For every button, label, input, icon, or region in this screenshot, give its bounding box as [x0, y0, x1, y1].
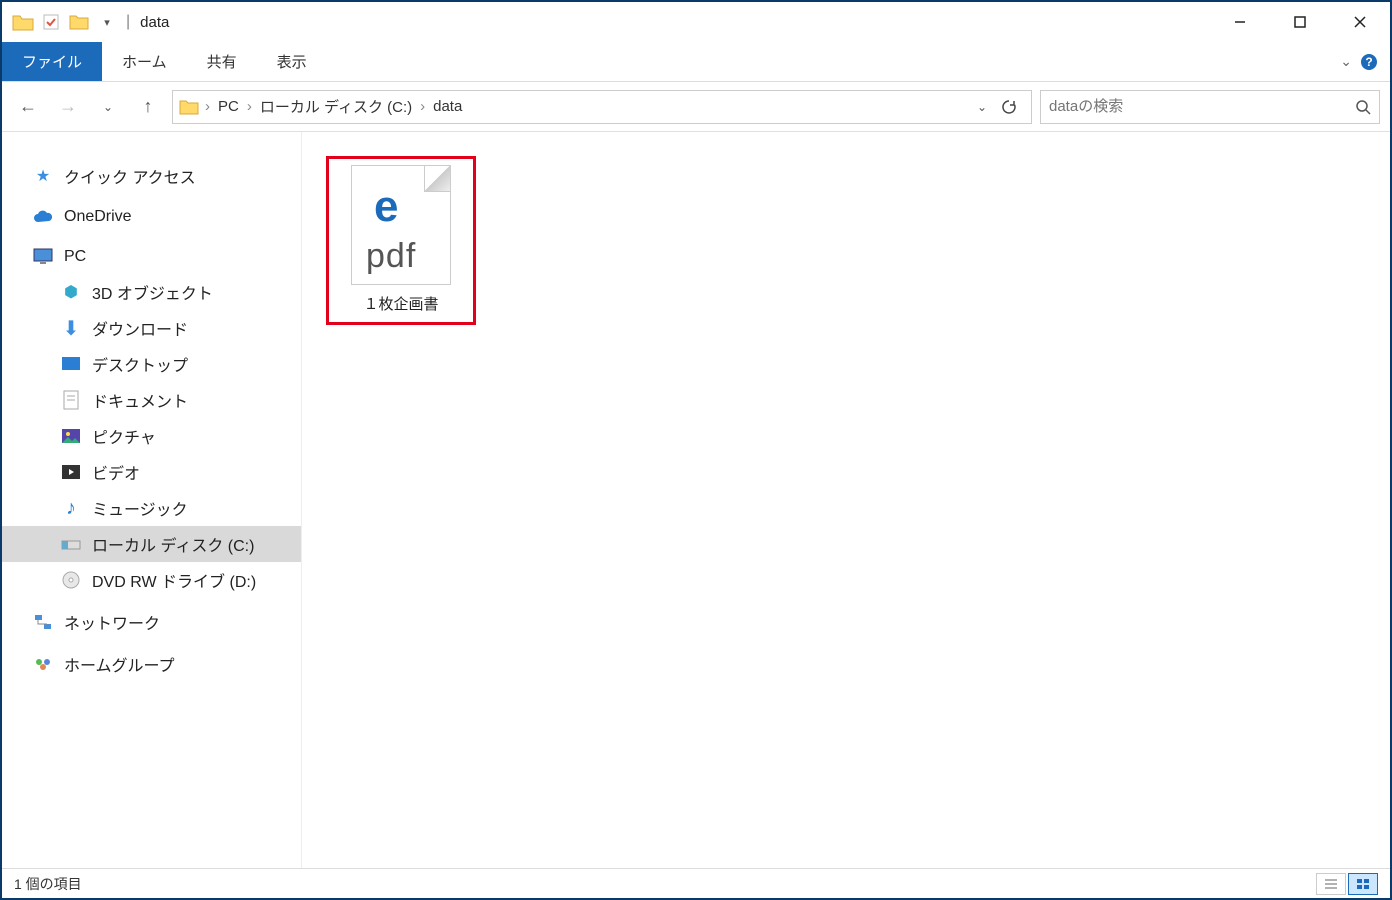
qat-dropdown-icon[interactable]: ▾ [94, 9, 120, 35]
tab-share[interactable]: 共有 [187, 42, 257, 81]
folder-icon [10, 9, 36, 35]
tab-home[interactable]: ホーム [102, 42, 187, 81]
sidebar-label: DVD RW ドライブ (D:) [92, 568, 256, 592]
breadcrumb-folder[interactable]: data [431, 98, 464, 115]
cloud-icon [32, 206, 54, 228]
sidebar-label: ビデオ [92, 460, 140, 484]
disc-icon [60, 569, 82, 591]
sidebar-downloads[interactable]: ⬇ ダウンロード [2, 310, 301, 346]
desktop-icon [60, 353, 82, 375]
navigation-pane: ★ クイック アクセス OneDrive PC ⬢ 3D オブジェクト ⬇ ダウ… [2, 132, 302, 868]
sidebar-label: ピクチャ [92, 424, 156, 448]
main-body: ★ クイック アクセス OneDrive PC ⬢ 3D オブジェクト ⬇ ダウ… [2, 132, 1390, 868]
file-name: １枚企画書 [333, 293, 469, 314]
sidebar-3d-objects[interactable]: ⬢ 3D オブジェクト [2, 274, 301, 310]
sidebar-label: ミュージック [92, 496, 188, 520]
search-input[interactable] [1049, 98, 1355, 115]
sidebar-label: ローカル ディスク (C:) [92, 532, 254, 556]
file-item[interactable]: e pdf １枚企画書 [326, 156, 476, 325]
window-title: data [140, 14, 169, 31]
sidebar-quick-access[interactable]: ★ クイック アクセス [2, 158, 301, 194]
sidebar-homegroup[interactable]: ホームグループ [2, 646, 301, 682]
maximize-button[interactable] [1270, 2, 1330, 42]
sidebar-pc[interactable]: PC [2, 240, 301, 274]
search-box[interactable] [1040, 90, 1380, 124]
cube-icon: ⬢ [60, 281, 82, 303]
back-button[interactable]: ← [12, 91, 44, 123]
sidebar-label: ホームグループ [64, 652, 175, 676]
sidebar-local-disk-c[interactable]: ローカル ディスク (C:) [2, 526, 301, 562]
sidebar-videos[interactable]: ビデオ [2, 454, 301, 490]
network-icon [32, 611, 54, 633]
view-details-button[interactable] [1316, 873, 1346, 895]
status-text: 1 個の項目 [14, 874, 82, 894]
page-fold-icon [424, 166, 450, 192]
ribbon: ファイル ホーム 共有 表示 ⌄ ? [2, 42, 1390, 82]
sidebar-label: 3D オブジェクト [92, 280, 213, 304]
refresh-button[interactable] [993, 99, 1025, 115]
sidebar-onedrive[interactable]: OneDrive [2, 200, 301, 234]
view-icons-button[interactable] [1348, 873, 1378, 895]
sidebar-label: ダウンロード [92, 316, 188, 340]
folder-icon [179, 98, 199, 116]
breadcrumb-drive[interactable]: ローカル ディスク (C:) [258, 96, 414, 117]
chevron-right-icon[interactable]: › [420, 98, 425, 115]
breadcrumb-pc[interactable]: PC [216, 98, 241, 115]
sidebar-label: PC [64, 248, 86, 266]
window-controls [1210, 2, 1390, 42]
sidebar-documents[interactable]: ドキュメント [2, 382, 301, 418]
forward-button[interactable]: → [52, 91, 84, 123]
download-icon: ⬇ [60, 317, 82, 339]
help-icon[interactable]: ? [1360, 53, 1378, 71]
quick-access-toolbar: ▾ [10, 9, 120, 35]
folder-small-icon[interactable] [66, 9, 92, 35]
file-thumbnail: e pdf [351, 165, 451, 285]
homegroup-icon [32, 653, 54, 675]
tab-view[interactable]: 表示 [257, 42, 327, 81]
picture-icon [60, 425, 82, 447]
drive-icon [60, 533, 82, 555]
title-bar: ▾ | data [2, 2, 1390, 42]
content-pane[interactable]: e pdf １枚企画書 [302, 132, 1390, 868]
svg-text:?: ? [1365, 55, 1372, 69]
sidebar-label: ドキュメント [92, 388, 188, 412]
search-icon[interactable] [1355, 99, 1371, 115]
document-icon [60, 389, 82, 411]
monitor-icon [32, 246, 54, 268]
recent-dropdown-icon[interactable]: ⌄ [92, 91, 124, 123]
address-dropdown-icon[interactable]: ⌄ [977, 100, 987, 114]
status-bar: 1 個の項目 [2, 868, 1390, 898]
sidebar-label: ネットワーク [64, 610, 160, 634]
close-button[interactable] [1330, 2, 1390, 42]
sidebar-label: デスクトップ [92, 352, 188, 376]
minimize-button[interactable] [1210, 2, 1270, 42]
music-icon: ♪ [60, 497, 82, 519]
sidebar-music[interactable]: ♪ ミュージック [2, 490, 301, 526]
sidebar-label: クイック アクセス [64, 164, 196, 188]
sidebar-label: OneDrive [64, 208, 132, 226]
up-button[interactable]: ↑ [132, 91, 164, 123]
star-icon: ★ [32, 165, 54, 187]
file-extension-label: pdf [366, 237, 416, 276]
properties-icon[interactable] [38, 9, 64, 35]
video-icon [60, 461, 82, 483]
ribbon-expand-icon[interactable]: ⌄ [1340, 53, 1352, 70]
chevron-right-icon[interactable]: › [247, 98, 252, 115]
sidebar-dvd-drive[interactable]: DVD RW ドライブ (D:) [2, 562, 301, 598]
navigation-bar: ← → ⌄ ↑ › PC › ローカル ディスク (C:) › data ⌄ [2, 82, 1390, 132]
edge-icon: e [374, 182, 398, 232]
chevron-right-icon[interactable]: › [205, 98, 210, 115]
address-bar[interactable]: › PC › ローカル ディスク (C:) › data ⌄ [172, 90, 1032, 124]
sidebar-desktop[interactable]: デスクトップ [2, 346, 301, 382]
sidebar-network[interactable]: ネットワーク [2, 604, 301, 640]
file-tab[interactable]: ファイル [2, 42, 102, 81]
sidebar-pictures[interactable]: ピクチャ [2, 418, 301, 454]
title-separator: | [126, 13, 130, 31]
